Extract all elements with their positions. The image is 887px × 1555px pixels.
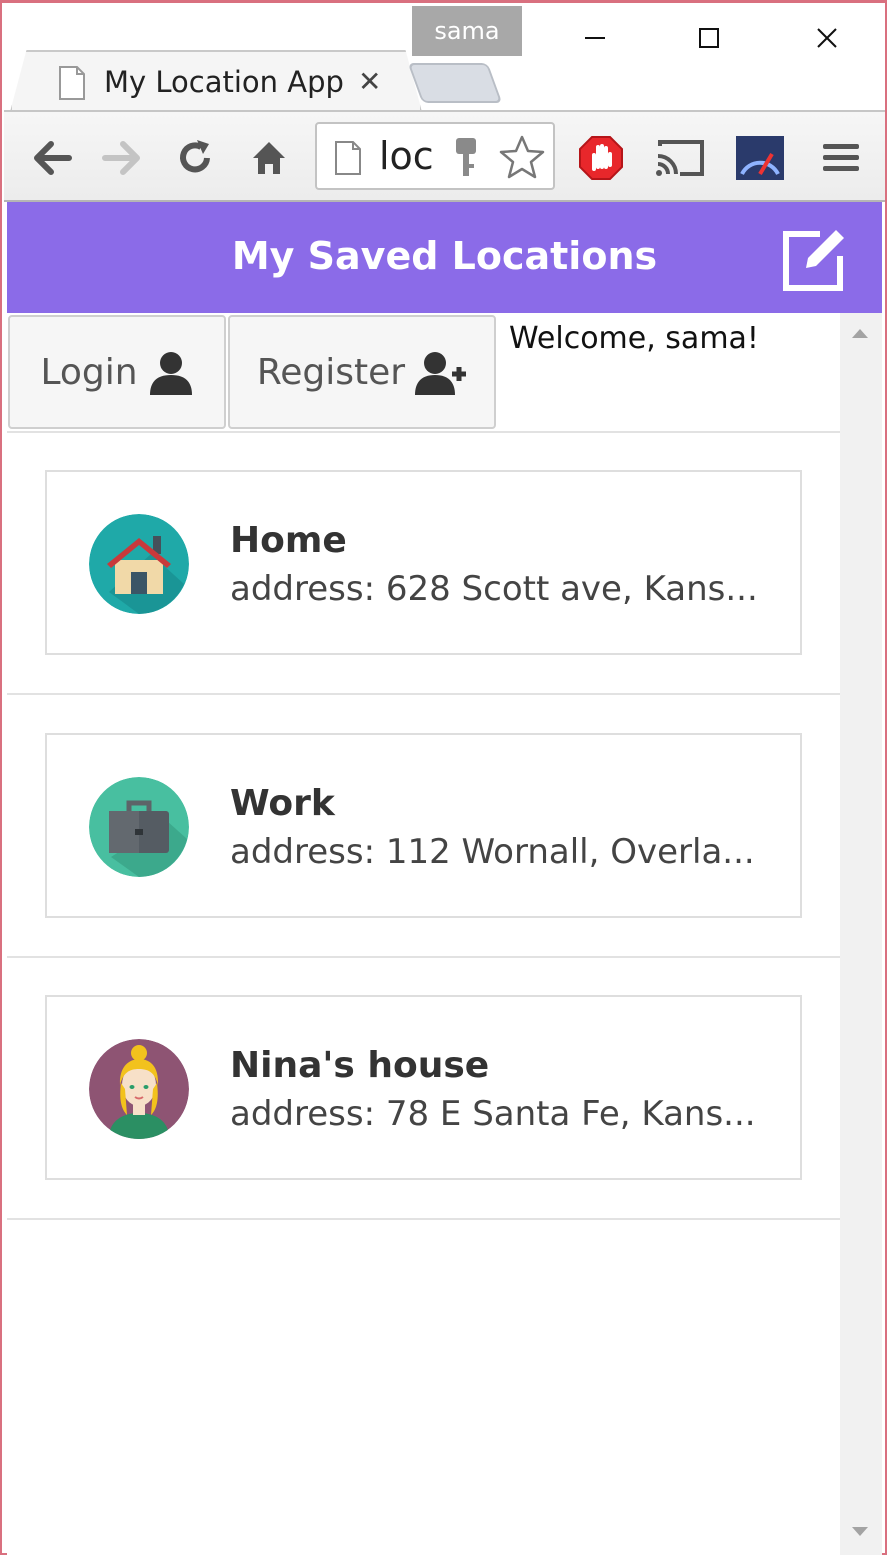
maximize-icon bbox=[699, 28, 719, 48]
user-icon bbox=[149, 352, 192, 395]
app-header: My Saved Locations bbox=[7, 202, 882, 313]
location-card-home[interactable]: Home address: 628 Scott ave, Kans... bbox=[45, 470, 802, 655]
bookmark-star-icon[interactable] bbox=[499, 134, 545, 180]
location-card-work[interactable]: Work address: 112 Wornall, Overla... bbox=[45, 733, 802, 918]
tab-close-icon[interactable]: ✕ bbox=[358, 65, 381, 98]
divider bbox=[7, 693, 840, 695]
profile-badge[interactable]: sama bbox=[412, 6, 522, 56]
vertical-scrollbar[interactable] bbox=[840, 313, 882, 1555]
forward-arrow-icon bbox=[102, 141, 140, 175]
cast-icon bbox=[656, 140, 704, 176]
briefcase-icon bbox=[89, 777, 189, 877]
divider bbox=[7, 1218, 840, 1220]
scroll-up-arrow-icon[interactable] bbox=[852, 329, 868, 338]
location-address: address: 78 E Santa Fe, Kans... bbox=[230, 1094, 756, 1134]
home-button[interactable] bbox=[244, 133, 294, 183]
minimize-button[interactable] bbox=[560, 13, 630, 63]
back-arrow-icon bbox=[34, 141, 72, 175]
reload-button[interactable] bbox=[170, 133, 220, 183]
speedometer-extension-button[interactable] bbox=[734, 133, 784, 183]
close-icon bbox=[817, 28, 837, 48]
register-button[interactable]: Register bbox=[228, 315, 496, 429]
adblock-icon bbox=[579, 136, 623, 180]
key-icon[interactable] bbox=[451, 136, 481, 180]
address-bar[interactable]: loca bbox=[315, 122, 555, 190]
browser-window: sama My Location App ✕ loc My Saved Loca… bbox=[0, 0, 887, 1555]
speedometer-icon bbox=[736, 136, 784, 180]
location-card-ninas-house[interactable]: Nina's house address: 78 E Santa Fe, Kan… bbox=[45, 995, 802, 1180]
maximize-button[interactable] bbox=[674, 13, 744, 63]
welcome-message: Welcome, sama! bbox=[509, 321, 759, 356]
hamburger-menu-icon bbox=[823, 144, 859, 171]
login-button[interactable]: Login bbox=[8, 315, 226, 429]
cast-button[interactable] bbox=[654, 133, 704, 183]
location-name: Work bbox=[230, 783, 335, 824]
document-icon bbox=[59, 66, 85, 100]
menu-button[interactable] bbox=[816, 133, 866, 183]
home-icon bbox=[253, 142, 285, 174]
back-button[interactable] bbox=[26, 133, 76, 183]
minimize-icon bbox=[585, 37, 605, 39]
address-text: loca bbox=[379, 134, 435, 178]
adblock-button[interactable] bbox=[576, 133, 626, 183]
page-icon bbox=[335, 141, 361, 175]
main-content: Login Register Welcome, sama! Home addre… bbox=[7, 313, 840, 1555]
house-icon bbox=[89, 514, 189, 614]
close-window-button[interactable] bbox=[792, 13, 862, 63]
location-name: Home bbox=[230, 520, 347, 561]
location-address: address: 628 Scott ave, Kans... bbox=[230, 569, 758, 609]
reload-icon bbox=[180, 140, 210, 173]
tab-title: My Location App bbox=[104, 65, 344, 99]
page-title: My Saved Locations bbox=[231, 234, 658, 278]
location-name: Nina's house bbox=[230, 1045, 490, 1086]
register-label: Register bbox=[256, 351, 406, 393]
scroll-down-arrow-icon[interactable] bbox=[852, 1527, 868, 1536]
forward-button[interactable] bbox=[98, 133, 148, 183]
divider bbox=[7, 431, 840, 433]
edit-icon[interactable] bbox=[780, 224, 850, 294]
login-label: Login bbox=[40, 351, 138, 393]
add-user-icon bbox=[415, 352, 467, 395]
new-tab-button[interactable] bbox=[407, 63, 503, 103]
divider bbox=[7, 956, 840, 958]
location-address: address: 112 Wornall, Overla... bbox=[230, 832, 755, 872]
person-avatar-icon bbox=[89, 1039, 189, 1139]
